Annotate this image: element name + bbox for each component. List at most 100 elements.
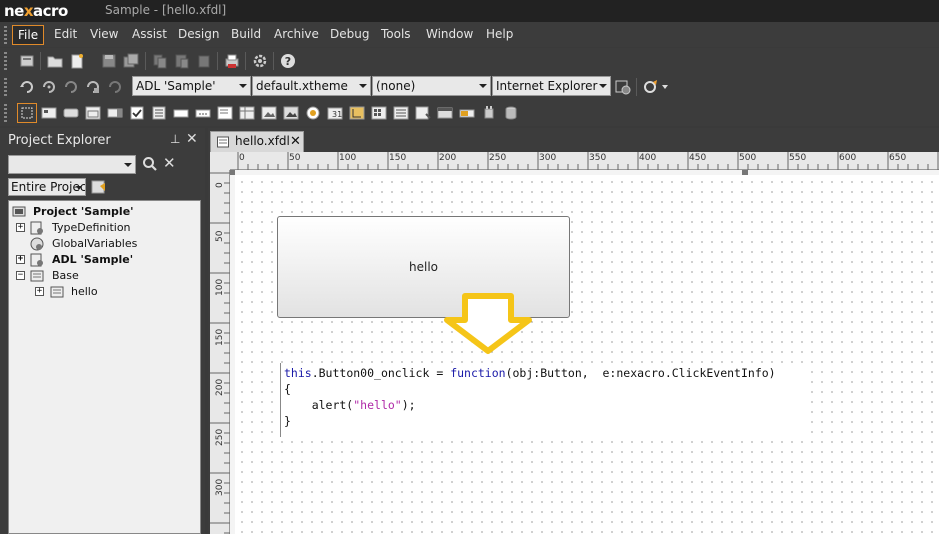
- resize-handle[interactable]: [230, 170, 235, 175]
- pin-icon[interactable]: ⊥: [170, 132, 180, 146]
- horizontal-ruler-ticks: [237, 152, 939, 170]
- search-icon[interactable]: [141, 155, 159, 173]
- collapse-icon[interactable]: −: [16, 271, 25, 280]
- copy-icon[interactable]: [151, 52, 169, 70]
- browser-select[interactable]: Internet Explorer: [492, 76, 611, 96]
- filter-icon[interactable]: [90, 178, 108, 196]
- textarea-component-icon[interactable]: [216, 104, 234, 122]
- expand-icon[interactable]: +: [16, 255, 25, 264]
- panel-title: Project Explorer: [8, 133, 111, 148]
- vertical-ruler: 0 50 100 150 200 250 300: [210, 170, 230, 534]
- ruler-label: 450: [689, 153, 707, 163]
- save-all-icon[interactable]: [122, 52, 140, 70]
- code-text: .Button00_onclick =: [311, 366, 451, 380]
- adl-select[interactable]: ADL 'Sample': [132, 76, 251, 96]
- form-icon: [50, 286, 64, 298]
- ruler-label: 0: [215, 182, 225, 188]
- help-icon[interactable]: ?: [279, 52, 297, 70]
- expand-icon[interactable]: +: [35, 287, 44, 296]
- spin-component-icon[interactable]: 31: [326, 104, 344, 122]
- edit-component-icon[interactable]: [172, 104, 190, 122]
- dataset-component-icon[interactable]: [502, 104, 520, 122]
- project-icon: [12, 206, 26, 217]
- resize-handle[interactable]: [742, 170, 748, 175]
- search-input[interactable]: [8, 155, 136, 174]
- menu-component-icon[interactable]: [392, 104, 410, 122]
- menu-debug[interactable]: Debug: [325, 25, 374, 45]
- plugin-component-icon[interactable]: [480, 104, 498, 122]
- clear-search-icon[interactable]: ✕: [163, 154, 176, 172]
- rebuild-icon[interactable]: [62, 78, 80, 96]
- code-string: "hello": [353, 398, 402, 412]
- generate-icon[interactable]: [84, 78, 102, 96]
- checkbox-component-icon[interactable]: [128, 104, 146, 122]
- listbox-component-icon[interactable]: [150, 104, 168, 122]
- menu-window[interactable]: Window: [421, 25, 478, 45]
- menu-assist[interactable]: Assist: [127, 25, 172, 45]
- menu-help[interactable]: Help: [481, 25, 518, 45]
- expand-icon[interactable]: +: [16, 223, 25, 232]
- theme-select[interactable]: default.xtheme: [252, 76, 371, 96]
- ruler-corner: [210, 152, 230, 170]
- browser-settings-icon[interactable]: [614, 78, 632, 96]
- menu-archive[interactable]: Archive: [269, 25, 324, 45]
- screen-select[interactable]: (none): [372, 76, 491, 96]
- refresh-icon[interactable]: [18, 78, 36, 96]
- div-component-icon[interactable]: [40, 104, 58, 122]
- close-tab-icon[interactable]: ✕: [290, 132, 301, 151]
- tab-hello-xfdl[interactable]: hello.xfdl ✕: [210, 131, 304, 152]
- dropdown-arrow-icon: [76, 186, 82, 190]
- code-text: (obj:Button, e:nexacro.ClickEventInfo): [505, 366, 776, 380]
- code-text: alert(: [284, 398, 354, 412]
- ruler-label: 350: [589, 153, 607, 163]
- new-project-icon[interactable]: [18, 52, 36, 70]
- toolbar-separator: [273, 52, 274, 70]
- quick-view-dropdown-icon[interactable]: [662, 85, 668, 89]
- new-file-icon[interactable]: [68, 52, 86, 70]
- delete-icon[interactable]: [195, 52, 213, 70]
- scope-select[interactable]: Entire Project: [8, 178, 86, 196]
- menu-view[interactable]: View: [85, 25, 123, 45]
- imageviewer-component-icon[interactable]: [260, 104, 278, 122]
- ruler-label: 150: [215, 328, 225, 346]
- close-icon[interactable]: ✕: [186, 131, 198, 147]
- menu-build[interactable]: Build: [226, 25, 266, 45]
- paste-icon[interactable]: [173, 52, 191, 70]
- form-icon: [217, 136, 229, 148]
- select-tool-icon[interactable]: [17, 103, 37, 123]
- toolbar-grip: [4, 104, 7, 122]
- form-surface[interactable]: hello this.Button00_onclick = function(o…: [235, 175, 939, 534]
- down-arrow-icon: [443, 293, 533, 355]
- progressbar-component-icon[interactable]: [458, 104, 476, 122]
- sync-icon[interactable]: [40, 78, 58, 96]
- ruler-label: 250: [215, 428, 225, 446]
- static-component-icon[interactable]: [348, 104, 366, 122]
- menu-design[interactable]: Design: [173, 25, 224, 45]
- button-component-icon[interactable]: [62, 104, 80, 122]
- calendar-component-icon[interactable]: [84, 104, 102, 122]
- tree-item-label: TypeDefinition: [52, 221, 131, 234]
- radio-component-icon[interactable]: [304, 104, 322, 122]
- reload-icon[interactable]: [106, 78, 124, 96]
- menu-edit[interactable]: Edit: [49, 25, 82, 45]
- quick-view-icon[interactable]: [642, 78, 660, 96]
- maskedit-component-icon[interactable]: [194, 104, 212, 122]
- tab-component-icon[interactable]: [370, 104, 388, 122]
- toolbar-separator: [40, 52, 41, 70]
- code-snippet: this.Button00_onclick = function(obj:But…: [280, 363, 808, 437]
- save-icon[interactable]: [100, 52, 118, 70]
- ruler-label: 400: [639, 153, 657, 163]
- menu-tools[interactable]: Tools: [376, 25, 416, 45]
- gear-icon[interactable]: [251, 52, 269, 70]
- image-component-icon[interactable]: [282, 104, 300, 122]
- menu-file[interactable]: File: [12, 25, 45, 45]
- grid-component-icon[interactable]: [238, 104, 256, 122]
- print-icon[interactable]: [223, 52, 241, 70]
- toolbar-separator: [145, 52, 146, 70]
- toolbar-separator: [245, 52, 246, 70]
- open-folder-icon[interactable]: [46, 52, 64, 70]
- combo-component-icon[interactable]: [106, 104, 124, 122]
- design-canvas[interactable]: hello this.Button00_onclick = function(o…: [230, 170, 939, 534]
- treeview-component-icon[interactable]: [414, 104, 432, 122]
- film-component-icon[interactable]: [436, 104, 454, 122]
